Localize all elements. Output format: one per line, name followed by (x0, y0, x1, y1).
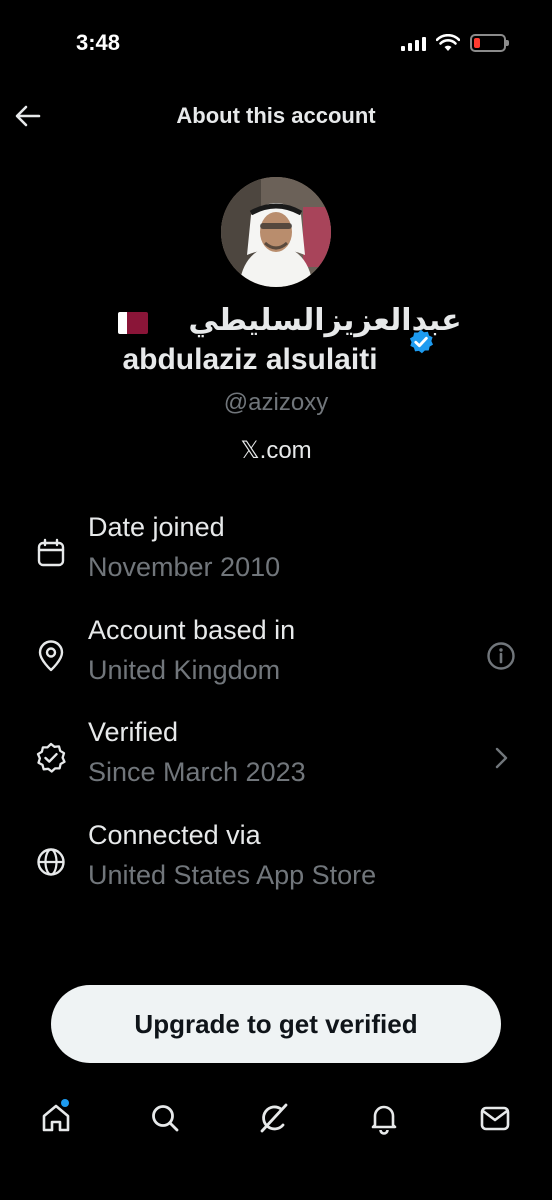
messages-icon (480, 1106, 510, 1131)
notifications-icon (371, 1105, 397, 1135)
chevron-right-icon (495, 747, 508, 769)
tab-messages[interactable] (475, 1095, 515, 1141)
about-account-screen: 3:48 About this account عبدالعزيزالسليطي… (0, 0, 552, 1200)
detail-value: November 2010 (88, 552, 281, 582)
detail-value: United States App Store (88, 860, 377, 890)
location-pin-icon (38, 640, 64, 672)
verified-badge-icon (409, 329, 434, 354)
grok-icon (260, 1103, 288, 1133)
detail-label: Verified (88, 717, 179, 747)
battery-icon (470, 34, 509, 52)
connected-site: 𝕏.com (240, 437, 312, 464)
handle: @azizoxy (223, 389, 329, 416)
bottom-tab-bar (0, 1095, 552, 1145)
home-icon (42, 1104, 70, 1132)
avatar-portrait (221, 177, 331, 287)
tab-grok[interactable] (254, 1095, 294, 1141)
home-notification-dot (61, 1099, 69, 1107)
tab-notifications[interactable] (364, 1095, 404, 1141)
search-icon (152, 1105, 179, 1132)
info-icon[interactable] (486, 641, 516, 671)
verified-seal-icon (36, 742, 66, 773)
calendar-icon (37, 538, 65, 567)
detail-value: United Kingdom (88, 655, 281, 685)
page-title: About this account (176, 103, 376, 128)
detail-row-verified[interactable]: Verified Since March 2023 (0, 717, 552, 797)
avatar (221, 177, 331, 287)
upgrade-to-verified-button[interactable]: Upgrade to get verified (51, 985, 501, 1063)
status-icons (401, 34, 509, 52)
detail-row-connected-via: Connected via United States App Store (0, 820, 552, 900)
tab-home[interactable] (36, 1095, 76, 1141)
detail-value: Since March 2023 (88, 757, 306, 787)
display-name-arabic: عبدالعزيزالسليطي (188, 303, 462, 338)
detail-row-account-based-in: Account based in United Kingdom (0, 615, 552, 695)
detail-row-date-joined: Date joined November 2010 (0, 512, 552, 592)
cellular-signal-icon (401, 35, 426, 51)
detail-label: Connected via (88, 820, 261, 850)
detail-label: Date joined (88, 512, 225, 542)
detail-label: Account based in (88, 615, 296, 645)
status-time: 3:48 (76, 30, 121, 55)
wifi-icon (436, 34, 460, 51)
tab-search[interactable] (145, 1095, 185, 1141)
globe-icon (37, 848, 65, 876)
